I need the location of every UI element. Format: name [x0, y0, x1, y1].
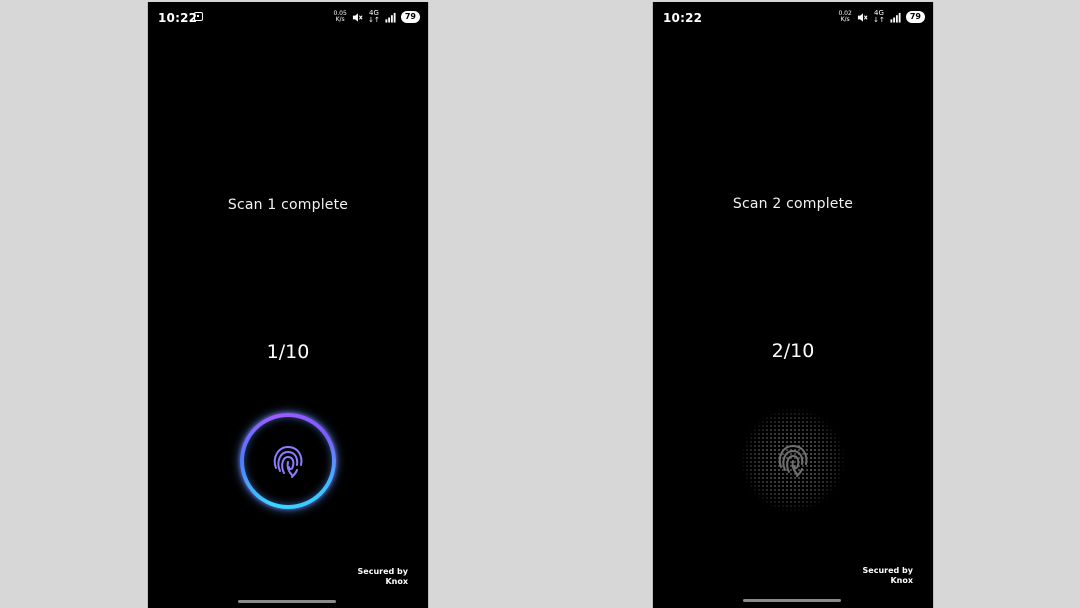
network-speed-unit: K/s [840, 16, 850, 23]
status-clock: 10:22 [663, 11, 703, 25]
knox-label-line2: Knox [890, 576, 913, 585]
phone-screen-scan-1: 10:22 0.05 K/s 4G ↓↑ 79 Scan 1 complete … [147, 2, 429, 608]
knox-label-line2: Knox [385, 577, 408, 586]
fingerprint-icon [273, 445, 303, 478]
scan-status-text: Scan 2 complete [732, 196, 854, 212]
fingerprint-sensor[interactable] [236, 409, 340, 513]
status-bar: 10:22 0.05 K/s 4G ↓↑ 79 [148, 2, 428, 32]
fingerprint-icon [778, 444, 808, 477]
mute-icon [857, 12, 868, 23]
knox-label-line1: Secured by [862, 566, 913, 575]
battery-indicator: 79 [400, 11, 420, 23]
status-indicators: 0.05 K/s 4G ↓↑ 79 [333, 10, 420, 24]
knox-label: Secured by Knox [863, 566, 913, 586]
battery-indicator: 79 [905, 11, 925, 23]
status-bar: 10:22 0.02 K/s 4G ↓↑ 79 [653, 2, 933, 32]
phone-screen-scan-2: 10:22 0.02 K/s 4G ↓↑ 79 Scan 2 complete … [652, 2, 934, 608]
network-arrows: ↓↑ [368, 16, 380, 24]
scan-status-text: Scan 1 complete [227, 197, 349, 213]
home-indicator[interactable] [743, 599, 841, 602]
signal-icon [385, 12, 396, 23]
signal-icon [890, 12, 901, 23]
scan-progress-counter: 1/10 [266, 341, 310, 363]
scan-progress-counter: 2/10 [771, 340, 815, 362]
network-type: 4G ↓↑ [368, 10, 380, 24]
home-indicator[interactable] [238, 600, 336, 603]
network-speed-unit: K/s [335, 16, 345, 23]
mute-icon [352, 12, 363, 23]
comparison-stage: 10:22 0.05 K/s 4G ↓↑ 79 Scan 1 complete … [0, 0, 1080, 608]
knox-label-line1: Secured by [357, 567, 408, 576]
status-clock: 10:22 [158, 11, 198, 25]
status-indicators: 0.02 K/s 4G ↓↑ 79 [838, 10, 925, 24]
screenshot-icon [194, 12, 203, 21]
network-arrows: ↓↑ [873, 16, 885, 24]
network-type: 4G ↓↑ [873, 10, 885, 24]
knox-label: Secured by Knox [358, 567, 408, 587]
fingerprint-sensor[interactable] [741, 408, 845, 512]
network-speed: 0.05 K/s [333, 11, 347, 23]
network-speed: 0.02 K/s [838, 11, 852, 23]
